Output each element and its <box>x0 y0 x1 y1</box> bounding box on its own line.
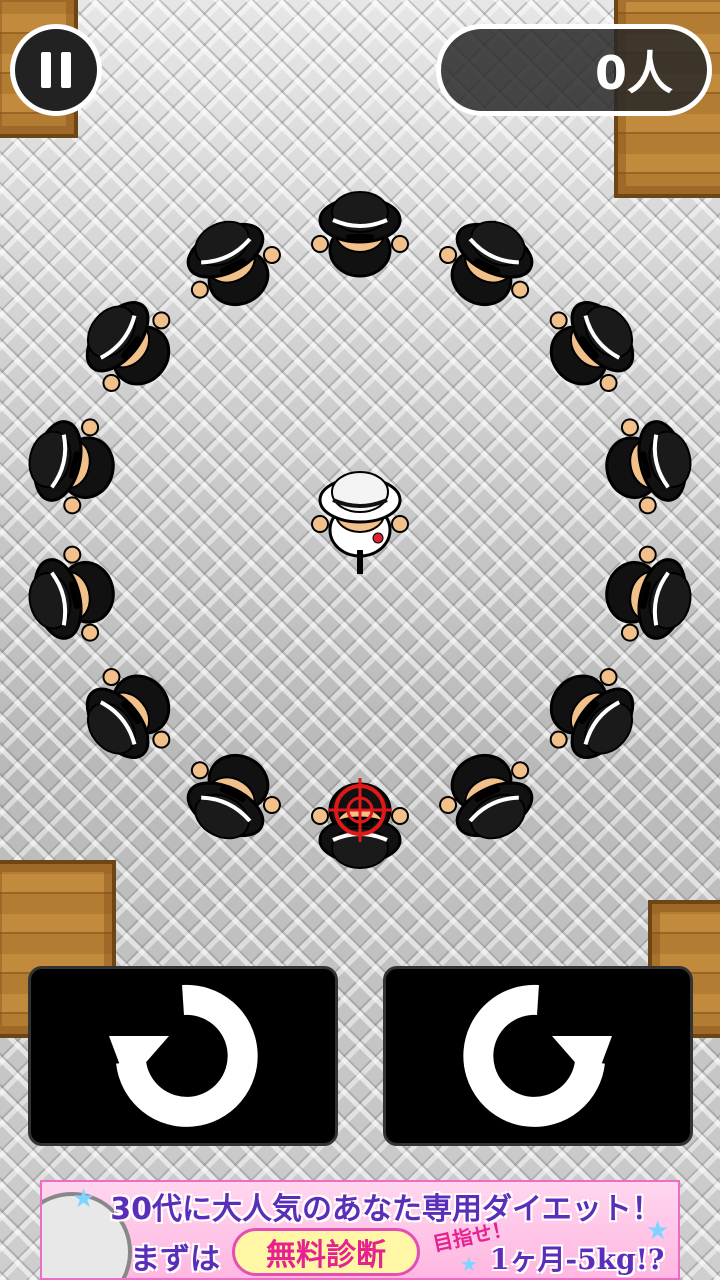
game-arena[interactable] <box>0 0 720 960</box>
guard-character <box>549 301 635 392</box>
guard-character <box>605 418 692 515</box>
star-icon: ★ <box>72 1184 96 1214</box>
rotate-left-button[interactable] <box>28 966 338 1146</box>
guard-character <box>85 301 171 392</box>
rotate-clockwise-icon <box>463 984 612 1127</box>
guard-character <box>439 220 534 307</box>
guard-character <box>85 668 171 759</box>
guard-character <box>186 753 281 840</box>
ad-prefix: まずは <box>130 1242 220 1277</box>
ad-banner[interactable]: ★ ★ ★ 30代に大人気のあなた専用ダイエット！ まずは 無料診断 目指せ！ … <box>40 1180 680 1280</box>
ad-headline: 30代に大人気のあなた専用ダイエット！ <box>110 1192 662 1227</box>
guard-character <box>186 220 281 307</box>
boss-character <box>311 471 409 574</box>
ad-cta-label: 無料診断 <box>266 1238 386 1273</box>
guard-character <box>439 753 534 840</box>
guard-character <box>28 545 115 642</box>
star-icon: ★ <box>460 1252 478 1276</box>
ad-goal-text: 1ヶ月-5kg!? <box>490 1243 665 1276</box>
rotate-counterclockwise-icon <box>109 984 258 1127</box>
ad-cta-pill[interactable]: 無料診断 <box>232 1228 420 1276</box>
guard-character <box>605 545 692 642</box>
guard-character <box>28 418 115 515</box>
guard-character <box>311 191 409 278</box>
rotate-right-button[interactable] <box>383 966 693 1146</box>
guard-character <box>549 668 635 759</box>
